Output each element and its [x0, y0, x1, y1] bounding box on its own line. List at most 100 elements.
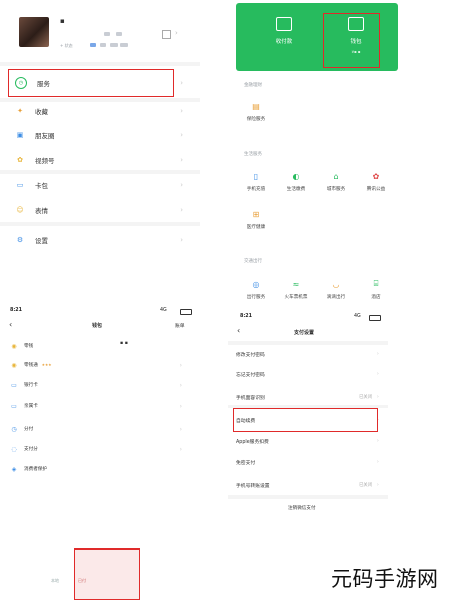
wallet-row-fenfu[interactable]: ◷ 分付 ›: [10, 421, 190, 437]
service-travel[interactable]: ◎ 出行服务: [236, 278, 276, 301]
city-icon: ⌂: [333, 171, 339, 181]
me-page: ▪ + 状态 › ◷ 服务 › ✦ 收藏 › ▣ 朋友圈 › ✿ 视频号 › ▭…: [0, 0, 200, 270]
back-button[interactable]: ‹: [9, 320, 12, 329]
fenfu-icon: ◷: [11, 425, 17, 433]
avatar[interactable]: [19, 17, 49, 47]
row-label: 银行卡: [24, 383, 38, 388]
settings-row-face-id[interactable]: 手机面容识别 已关闭 ›: [236, 387, 382, 407]
chevron-right-icon: ›: [376, 351, 379, 357]
row-label: 分付: [24, 427, 34, 432]
medical-icon: ⊞: [252, 209, 260, 219]
service-phone-topup[interactable]: ▯ 手机充值: [236, 170, 276, 193]
chevron-right-icon: ›: [179, 381, 182, 389]
wallet-row-bank-card[interactable]: ▭ 银行卡 ›: [10, 377, 190, 393]
wallet-row-family-card[interactable]: ▭ 亲属卡 ›: [10, 398, 190, 414]
hotel-icon: ⌸: [373, 279, 379, 288]
battery-icon: [369, 315, 381, 321]
status-signal: 4G: [160, 308, 167, 313]
menu-item-settings[interactable]: ⚙ 设置 ›: [9, 229, 193, 251]
fragment-left-text: 本地: [51, 578, 59, 583]
moments-icon: ▣: [16, 131, 24, 139]
battery-icon: [180, 309, 192, 315]
menu-label: 朋友圈: [35, 132, 55, 140]
service-label: 火车票机票: [284, 295, 308, 300]
row-state: 已关闭: [359, 395, 372, 400]
wallet-row-consumer-protect[interactable]: ◈ 消费者保护: [10, 461, 190, 477]
service-utility[interactable]: ◐ 生活缴费: [276, 170, 316, 193]
divider: [228, 495, 388, 499]
status-label[interactable]: + 状态: [60, 43, 73, 49]
chevron-right-icon: ›: [376, 438, 379, 444]
row-label: 手机面容识别: [236, 395, 265, 401]
pay-score-icon: ◌: [11, 445, 17, 453]
menu-label: 收藏: [35, 108, 48, 116]
service-label: 生活缴费: [286, 187, 306, 192]
menu-item-stickers[interactable]: ☺ 表情 ›: [9, 199, 193, 221]
blurred-text: [104, 32, 110, 36]
wallet-row-pay-score[interactable]: ◌ 支付分 ›: [10, 441, 190, 457]
service-medical[interactable]: ⊞ 医疗健康: [236, 208, 276, 231]
blurred-text: [110, 43, 118, 47]
wallet-page: 8:21 4G ‹ 钱包 账单 ▪ ▪ ◉ 零钱 ◉ 零钱通 ★★★ › ▭ 银…: [0, 305, 200, 480]
chevron-right-icon: ›: [179, 402, 182, 410]
row-state: 已关闭: [359, 483, 372, 488]
stickers-icon: ☺: [16, 206, 24, 214]
blurred-text: [120, 43, 128, 47]
bill-link[interactable]: 账单: [175, 322, 185, 329]
settings-icon: ⚙: [16, 236, 24, 244]
watermark: 元码手游网: [331, 567, 439, 591]
chevron-right-icon: ›: [376, 459, 379, 465]
charity-icon: ✿: [372, 171, 380, 181]
service-charity[interactable]: ✿ 腾讯公益: [356, 170, 396, 193]
phone-topup-icon: ▯: [253, 171, 259, 181]
service-city[interactable]: ⌂ 城市服务: [316, 170, 356, 193]
fragment-right-text[interactable]: 已付: [78, 578, 86, 584]
back-button[interactable]: ‹: [237, 326, 240, 335]
chevron-right-icon: ›: [376, 482, 379, 488]
wallet-row-change[interactable]: ◉ 零钱: [10, 338, 190, 354]
settings-row-phone-transfer[interactable]: 手机号转账设置 已关闭 ›: [236, 475, 382, 495]
chevron-right-icon: ›: [376, 394, 379, 400]
service-label: 腾讯公益: [366, 187, 386, 192]
menu-item-cards[interactable]: ▭ 卡包 ›: [9, 174, 193, 196]
service-insurance[interactable]: ▤ 保险服务: [236, 100, 276, 123]
status-time: 8:21: [240, 314, 252, 319]
chevron-right-icon: ›: [180, 79, 183, 87]
lqt-icon: ◉: [11, 361, 17, 369]
settings-row-password-free[interactable]: 免密支付 ›: [236, 452, 382, 472]
services-page: 收付款 钱包 ¥▪ ▪ 金融理财 ▤ 保险服务 生活服务 ▯ 手机充值 ◐ 生活…: [232, 0, 459, 312]
chevron-right-icon: ›: [180, 181, 183, 189]
settings-row-change-password[interactable]: 修改支付密码 ›: [236, 344, 382, 364]
page-title: 钱包: [92, 323, 103, 329]
section-title: 生活服务: [244, 152, 262, 157]
service-label: 手机充值: [246, 187, 266, 192]
menu-label: 表情: [35, 207, 48, 215]
menu-item-moments[interactable]: ▣ 朋友圈 ›: [9, 124, 193, 146]
chevron-right-icon: ›: [180, 131, 183, 139]
service-train[interactable]: ≈ 火车票机票: [276, 278, 316, 301]
scan-pay-icon: [276, 17, 292, 31]
travel-icon: ◎: [252, 279, 260, 289]
wallet-row-lqt[interactable]: ◉ 零钱通 ★★★ ›: [10, 357, 190, 373]
settings-row-forgot-password[interactable]: 忘记支付密码 ›: [236, 364, 382, 384]
service-label: 滴滴出行: [326, 295, 346, 300]
service-didi[interactable]: ◡ 滴滴出行: [316, 278, 356, 301]
insurance-icon: ▤: [252, 101, 260, 111]
row-label: 零钱通: [24, 363, 38, 368]
chevron-right-icon: ›: [179, 361, 182, 369]
close-payment-button[interactable]: 注销微信支付: [288, 505, 316, 511]
change-icon: ◉: [11, 342, 17, 350]
menu-item-channels[interactable]: ✿ 视频号 ›: [9, 149, 193, 171]
highlight-box: [233, 408, 378, 432]
row-label: 忘记支付密码: [236, 372, 265, 378]
menu-label: 设置: [35, 237, 48, 245]
qrcode-icon[interactable]: [162, 30, 171, 39]
receive-pay-button[interactable]: 收付款: [254, 17, 314, 45]
row-label: 手机号转账设置: [236, 483, 270, 489]
highlight-box: [8, 69, 174, 97]
service-label: 城市服务: [326, 187, 346, 192]
menu-item-favorites[interactable]: ✦ 收藏 ›: [9, 100, 193, 122]
service-hotel[interactable]: ⌸ 酒店: [356, 278, 396, 300]
settings-row-apple-billing[interactable]: Apple服务扣费 ›: [236, 431, 382, 451]
cards-icon: ▭: [16, 181, 24, 189]
